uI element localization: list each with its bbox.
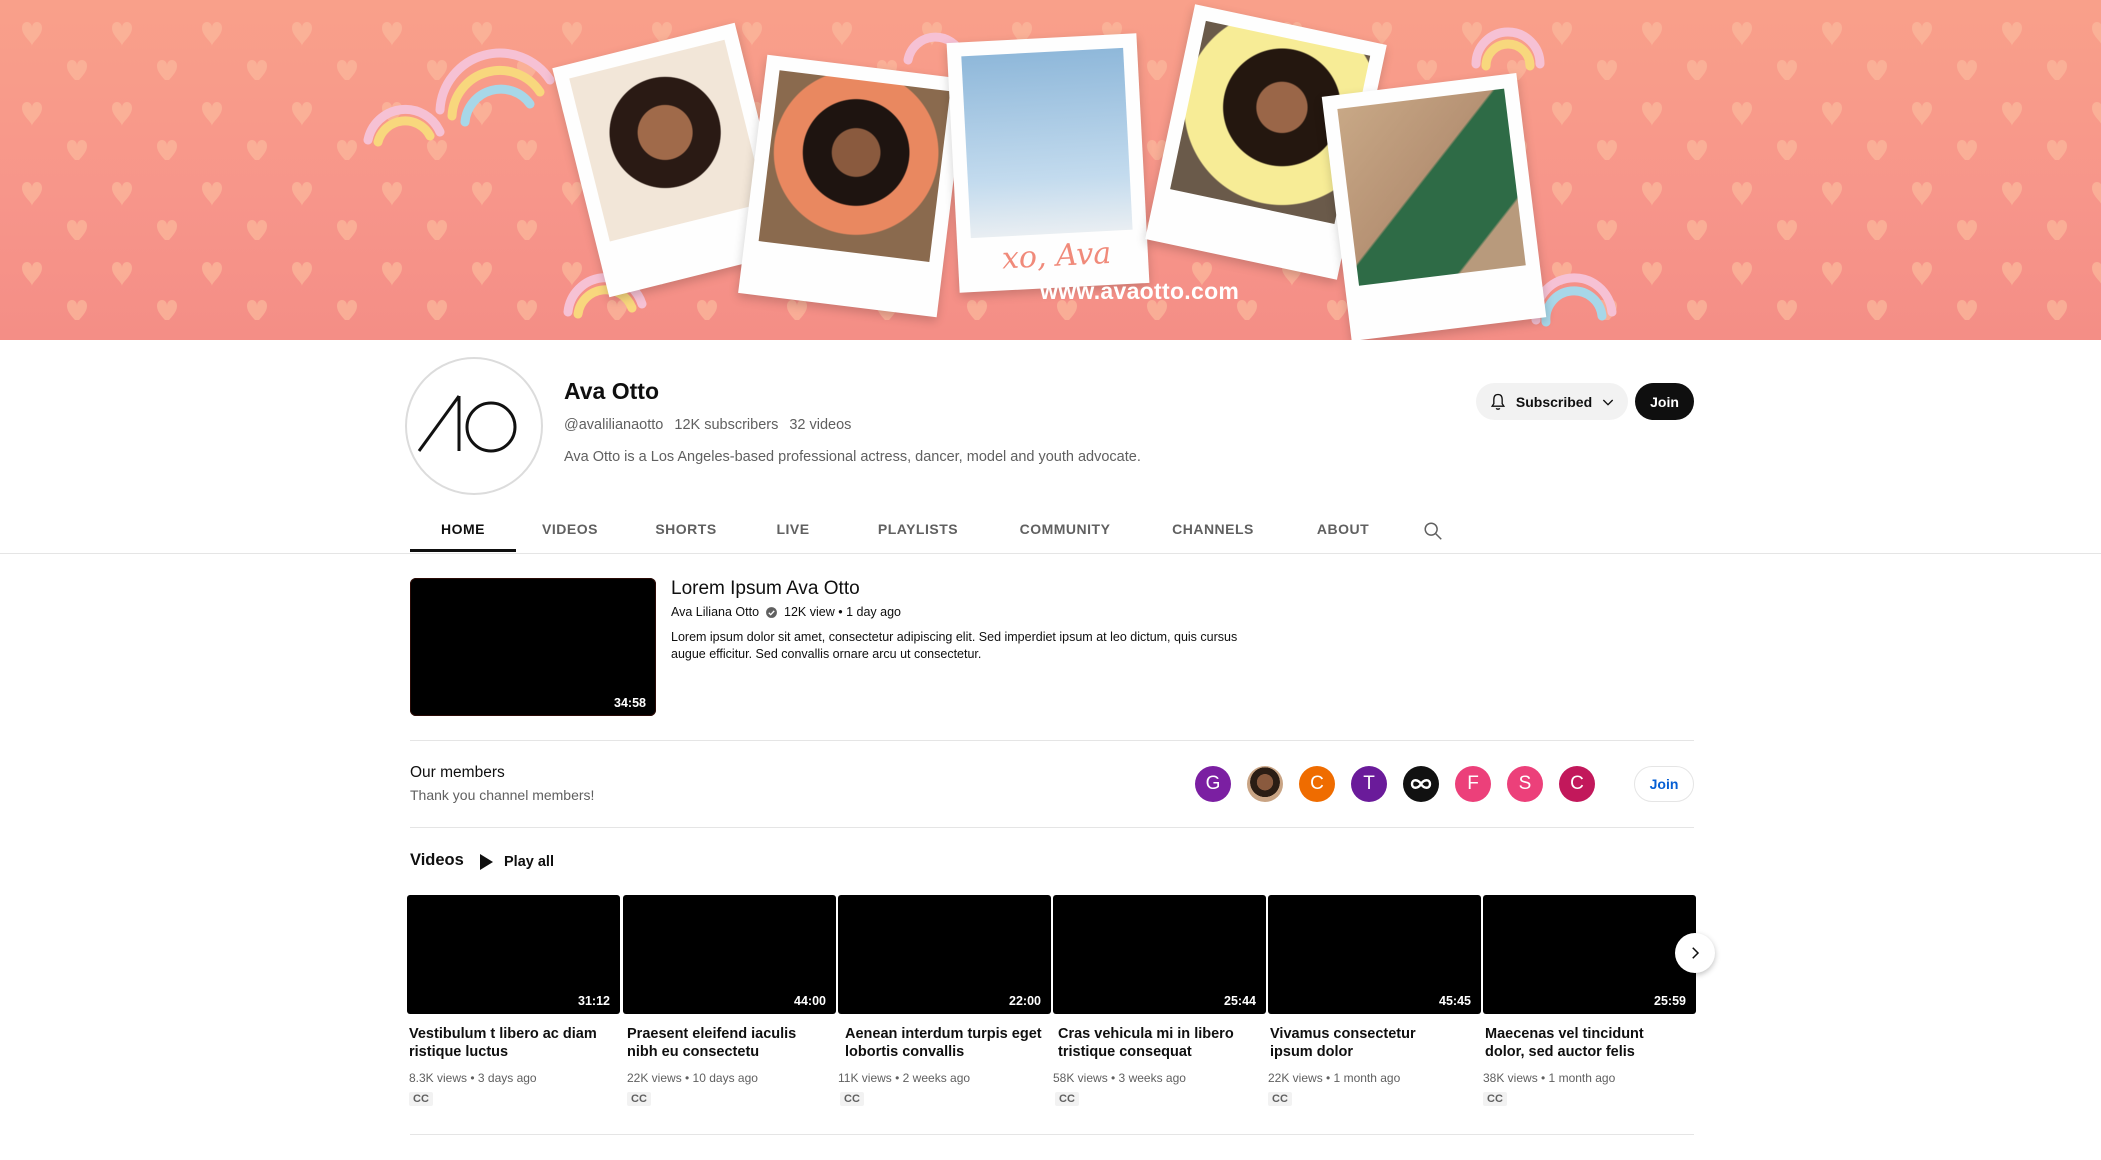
video-title[interactable]: Cras vehicula mi in libero tristique con… — [1058, 1025, 1258, 1061]
video-card: 44:00 Praesent eleifend iaculis nibh eu … — [623, 895, 836, 1106]
subscribed-button[interactable]: Subscribed — [1476, 383, 1628, 420]
play-all-label: Play all — [504, 854, 554, 870]
channel-handle: @avalilianaotto — [564, 417, 664, 433]
shelf-next-button[interactable] — [1675, 933, 1715, 973]
play-all-button[interactable]: Play all — [478, 849, 554, 875]
member-avatar[interactable]: S — [1507, 766, 1543, 802]
members-join-button[interactable]: Join — [1634, 766, 1694, 802]
tab-videos[interactable]: VIDEOS — [516, 505, 624, 553]
video-card: 22:00 Aenean interdum turpis eget lobort… — [838, 895, 1051, 1106]
polaroid-photo-2 — [738, 54, 966, 318]
video-card: 25:59 Maecenas vel tincidunt dolor, sed … — [1483, 895, 1696, 1106]
duration-badge: 44:00 — [794, 994, 826, 1008]
video-title[interactable]: Praesent eleifend iaculis nibh eu consec… — [627, 1025, 827, 1061]
video-stats: 58K views • 3 weeks ago — [1053, 1071, 1186, 1085]
featured-video-title[interactable]: Lorem Ipsum Ava Otto — [671, 578, 860, 600]
video-card: 25:44 Cras vehicula mi in libero tristiq… — [1053, 895, 1266, 1106]
tab-home[interactable]: HOME — [410, 505, 516, 553]
banner-url: www.avaotto.com — [1040, 278, 1240, 304]
tab-about[interactable]: ABOUT — [1295, 505, 1391, 553]
featured-video-thumbnail[interactable]: 34:58 — [410, 578, 656, 716]
search-icon[interactable] — [1422, 520, 1444, 542]
member-avatar[interactable]: T — [1351, 766, 1387, 802]
video-thumbnail[interactable]: 45:45 — [1268, 895, 1481, 1014]
channel-avatar[interactable] — [405, 357, 543, 495]
polaroid-photo-5 — [1321, 72, 1547, 340]
duration-badge: 22:00 — [1009, 994, 1041, 1008]
featured-views-age: 12K view • 1 day ago — [784, 605, 901, 619]
signature-text: xo, Ava — [1001, 235, 1113, 277]
members-subtitle: Thank you channel members! — [410, 787, 595, 803]
member-avatar[interactable]: F — [1455, 766, 1491, 802]
video-thumbnail[interactable]: 25:44 — [1053, 895, 1266, 1014]
verified-check-icon — [766, 606, 777, 618]
video-card: 45:45 Vivamus consectetur ipsum dolor 22… — [1268, 895, 1481, 1106]
bell-icon — [1490, 393, 1505, 410]
subscribed-label: Subscribed — [1515, 393, 1593, 410]
channel-name: Ava Otto — [564, 378, 659, 404]
section-divider — [410, 740, 1694, 741]
cc-badge: CC — [840, 1092, 864, 1106]
video-card: 31:12 Vestibulum t libero ac diam ristiq… — [407, 895, 620, 1106]
member-avatar[interactable] — [1247, 766, 1283, 802]
duration-badge: 34:58 — [614, 696, 646, 710]
video-title[interactable]: Maecenas vel tincidunt dolor, sed auctor… — [1485, 1025, 1655, 1061]
video-thumbnail[interactable]: 25:59 — [1483, 895, 1696, 1014]
video-thumbnail[interactable]: 22:00 — [838, 895, 1051, 1014]
video-stats: 8.3K views • 3 days ago — [409, 1071, 537, 1085]
ao-logo-icon — [417, 395, 517, 453]
video-count: 32 videos — [789, 417, 852, 433]
section-divider — [410, 1134, 1694, 1135]
channel-banner: xo, Ava www.avaotto.com — [0, 0, 2101, 340]
video-stats: 22K views • 10 days ago — [627, 1071, 758, 1085]
channel-description[interactable]: Ava Otto is a Los Angeles-based professi… — [564, 449, 1141, 465]
video-thumbnail[interactable]: 31:12 — [407, 895, 620, 1014]
member-avatar[interactable]: C — [1299, 766, 1335, 802]
duration-badge: 45:45 — [1439, 994, 1471, 1008]
duration-badge: 31:12 — [578, 994, 610, 1008]
member-avatar[interactable]: C — [1559, 766, 1595, 802]
video-stats: 22K views • 1 month ago — [1268, 1071, 1401, 1085]
cc-badge: CC — [1055, 1092, 1079, 1106]
tab-channels[interactable]: CHANNELS — [1155, 505, 1271, 553]
featured-channel-name[interactable]: Ava Liliana Otto — [671, 605, 759, 619]
member-avatar[interactable] — [1403, 766, 1439, 802]
tab-live[interactable]: LIVE — [753, 505, 833, 553]
cc-badge: CC — [409, 1092, 433, 1106]
polaroid-photo-3: xo, Ava — [946, 33, 1150, 293]
member-avatar[interactable]: G — [1195, 766, 1231, 802]
cc-badge: CC — [1483, 1092, 1507, 1106]
video-thumbnail[interactable]: 44:00 — [623, 895, 836, 1014]
video-stats: 11K views • 2 weeks ago — [838, 1071, 971, 1085]
subscriber-count: 12K subscribers — [674, 417, 779, 433]
duration-badge: 25:59 — [1654, 994, 1686, 1008]
duration-badge: 25:44 — [1224, 994, 1256, 1008]
video-stats: 38K views • 1 month ago — [1483, 1071, 1616, 1085]
featured-video-description: Lorem ipsum dolor sit amet, consectetur … — [671, 630, 1238, 661]
tab-community[interactable]: COMMUNITY — [1004, 505, 1126, 553]
active-tab-indicator — [410, 549, 516, 552]
chevron-right-icon — [1692, 947, 1700, 959]
infinity-logo-icon — [1410, 779, 1432, 789]
play-icon — [480, 854, 493, 870]
channel-meta: @avalilianaotto 12K subscribers 32 video… — [564, 417, 851, 433]
members-title: Our members — [410, 764, 505, 781]
join-button[interactable]: Join — [1635, 383, 1694, 420]
cc-badge: CC — [1268, 1092, 1292, 1106]
cc-badge: CC — [627, 1092, 651, 1106]
video-title[interactable]: Vestibulum t libero ac diam ristique luc… — [409, 1025, 609, 1061]
tab-shorts[interactable]: SHORTS — [634, 505, 738, 553]
section-divider — [410, 827, 1694, 828]
chevron-down-icon — [1602, 399, 1614, 406]
tab-playlists[interactable]: PLAYLISTS — [862, 505, 974, 553]
video-title[interactable]: Vivamus consectetur ipsum dolor — [1270, 1025, 1420, 1061]
featured-video-meta: Ava Liliana Otto 12K view • 1 day ago — [671, 605, 901, 619]
videos-shelf-title[interactable]: Videos — [410, 851, 464, 870]
video-title[interactable]: Aenean interdum turpis eget lobortis con… — [845, 1025, 1045, 1061]
tabs-divider — [0, 553, 2101, 554]
